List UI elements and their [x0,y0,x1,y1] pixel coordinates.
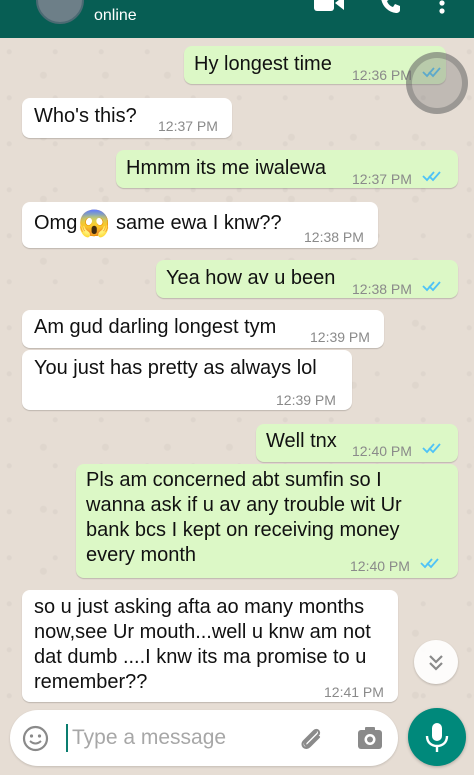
message-bubble-incoming[interactable]: so u just asking afta ao many months now… [22,590,398,702]
message-composer[interactable]: Type a message [10,710,398,766]
mic-icon [425,723,449,752]
message-time: 12:38 PM [352,281,412,297]
message-time: 12:37 PM [352,171,412,187]
message-text: same ewa I knw?? [116,212,282,234]
text-cursor [66,724,68,752]
message-time: 12:38 PM [304,229,364,245]
message-text-line: dat dumb ....I knw its ma promise to u [34,646,367,668]
message-text: Omg [34,212,78,234]
mic-button[interactable] [408,708,466,766]
message-input[interactable]: Type a message [72,726,226,750]
message-bubble-outgoing[interactable]: Yea how av u been 12:38 PM [156,260,458,298]
paperclip-icon[interactable] [296,724,326,754]
touch-indicator [406,52,468,114]
message-time: 12:41 PM [324,684,384,700]
message-bubble-incoming[interactable]: You just has pretty as always lol 12:39 … [22,350,352,410]
message-time: 12:39 PM [276,392,336,408]
message-time: 12:36 PM [352,67,412,83]
read-receipt-icon [422,443,441,454]
message-list[interactable]: Hy longest time 12:36 PM Who's this? 12:… [0,38,474,705]
message-text: Hy longest time [194,53,332,75]
read-receipt-icon [422,281,441,292]
message-bubble-incoming[interactable]: Am gud darling longest tym 12:39 PM [22,310,384,348]
video-call-icon[interactable] [314,0,344,14]
message-time: 12:39 PM [310,329,370,345]
phone-icon[interactable] [380,0,402,14]
more-vert-icon[interactable] [434,0,450,14]
message-text-line: remember?? [34,671,148,693]
scream-emoji: 😱 [78,208,111,238]
message-text-line: Pls am concerned abt sumfin so I [86,469,382,491]
message-text-line: bank bcs I kept on receiving money [86,519,400,541]
message-text-line: so u just asking afta ao many months [34,596,365,618]
read-receipt-icon [422,171,441,182]
read-receipt-icon [420,558,439,569]
scroll-to-bottom-button[interactable] [414,640,458,684]
message-bubble-outgoing[interactable]: Pls am concerned abt sumfin so I wanna a… [76,464,458,578]
camera-icon[interactable] [356,724,384,752]
message-text: You just has pretty as always lol [34,357,317,379]
message-time: 12:40 PM [350,558,410,574]
message-text: Well tnx [266,430,337,452]
contact-avatar[interactable] [36,0,84,24]
message-text: Hmmm its me iwalewa [126,157,327,179]
message-text-line: now,see Ur mouth...well u knw am not [34,621,371,643]
message-bubble-incoming[interactable]: Who's this? 12:37 PM [22,98,232,138]
double-chevron-down-icon [429,655,443,671]
message-text: Who's this? [34,105,137,127]
message-time: 12:37 PM [158,118,218,134]
message-time: 12:40 PM [352,443,412,459]
message-bubble-outgoing[interactable]: Hmmm its me iwalewa 12:37 PM [116,150,458,188]
message-text-line: wanna ask if u av any trouble wit Ur [86,494,402,516]
message-text-line: every month [86,544,197,566]
chat-header: online [0,0,474,38]
message-text: Am gud darling longest tym [34,316,277,338]
message-bubble-outgoing[interactable]: Well tnx 12:40 PM [256,424,458,462]
message-bubble-incoming[interactable]: Omg 😱 same ewa I knw?? 12:38 PM [22,202,378,248]
contact-status: online [94,7,137,24]
message-text: Yea how av u been [166,267,336,289]
emoji-icon[interactable] [22,725,49,752]
